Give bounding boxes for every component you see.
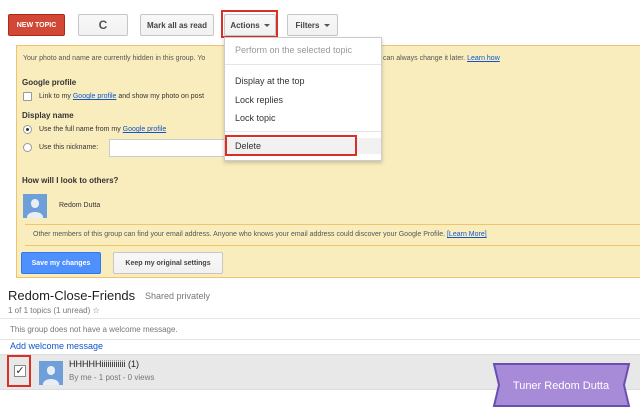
link-profile-prefix: Link to my — [39, 93, 73, 100]
full-name-prefix: Use the full name from my — [39, 126, 123, 133]
add-welcome-link[interactable]: Add welcome message — [10, 341, 103, 351]
full-name-radio[interactable] — [23, 125, 32, 134]
menu-item-lock-topic[interactable]: Lock topic — [225, 110, 381, 126]
keep-original-button[interactable]: Keep my original settings — [113, 252, 223, 274]
refresh-button[interactable]: C — [78, 14, 128, 36]
learn-how-link[interactable]: Learn how — [467, 55, 500, 62]
topic-title[interactable]: HHHHHiiiiiiiiiiii (1) — [69, 359, 139, 369]
google-profile-link-2[interactable]: Google profile — [123, 126, 167, 133]
menu-item-display-top[interactable]: Display at the top — [225, 73, 381, 89]
privacy-intro-text-right: can always change it later. Learn how — [383, 55, 500, 62]
display-name-heading: Display name — [22, 111, 74, 120]
group-name: Redom-Close-Friends — [8, 288, 136, 303]
save-changes-button[interactable]: Save my changes — [21, 252, 101, 274]
menu-item-perform: Perform on the selected topic — [235, 45, 353, 55]
star-icon[interactable]: ☆ — [93, 306, 100, 315]
preview-name: Redom Dutta — [59, 202, 101, 209]
link-profile-checkbox[interactable] — [23, 92, 32, 101]
avatar — [23, 194, 47, 218]
link-profile-suffix: and show my photo on post — [116, 93, 205, 100]
topic-avatar — [39, 361, 63, 385]
chevron-down-icon — [323, 23, 330, 27]
nickname-label: Use this nickname: — [39, 144, 99, 151]
full-name-label: Use the full name from my Google profile — [39, 126, 166, 133]
google-profile-heading: Google profile — [22, 78, 77, 87]
mark-all-read-button[interactable]: Mark all as read — [140, 14, 214, 36]
menu-divider — [225, 64, 381, 65]
filters-dropdown-button[interactable]: Filters — [287, 14, 338, 36]
watermark-banner: Tuner Redom Dutta — [492, 363, 631, 407]
shared-status: Shared privately — [145, 291, 211, 301]
learn-more-link[interactable]: [Learn More] — [447, 231, 487, 238]
email-notice-text: Other members of this group can find you… — [33, 231, 447, 238]
topics-count-text: 1 of 1 topics (1 unread) — [8, 306, 91, 315]
link-profile-label: Link to my Google profile and show my ph… — [39, 93, 204, 100]
welcome-message: This group does not have a welcome messa… — [10, 325, 178, 334]
watermark-text: Tuner Redom Dutta — [513, 380, 610, 392]
topics-count: 1 of 1 topics (1 unread) ☆ — [8, 306, 100, 315]
look-heading: How will I look to others? — [22, 176, 119, 185]
privacy-intro-suffix: can always change it later. — [383, 55, 466, 62]
topic-meta: By me - 1 post - 0 views — [69, 373, 155, 382]
google-profile-link[interactable]: Google profile — [73, 93, 117, 100]
actions-highlight-box — [221, 10, 278, 38]
menu-item-lock-replies[interactable]: Lock replies — [225, 92, 381, 108]
menu-divider — [225, 131, 381, 132]
delete-highlight-box — [225, 135, 357, 156]
filters-label: Filters — [295, 20, 320, 30]
email-notice: Other members of this group can find you… — [25, 224, 640, 246]
checkbox-highlight-box — [7, 355, 31, 387]
nickname-radio[interactable] — [23, 143, 32, 152]
privacy-intro-text: Your photo and name are currently hidden… — [23, 55, 206, 62]
refresh-icon: C — [98, 18, 108, 32]
new-topic-button[interactable]: NEW TOPIC — [8, 14, 65, 36]
